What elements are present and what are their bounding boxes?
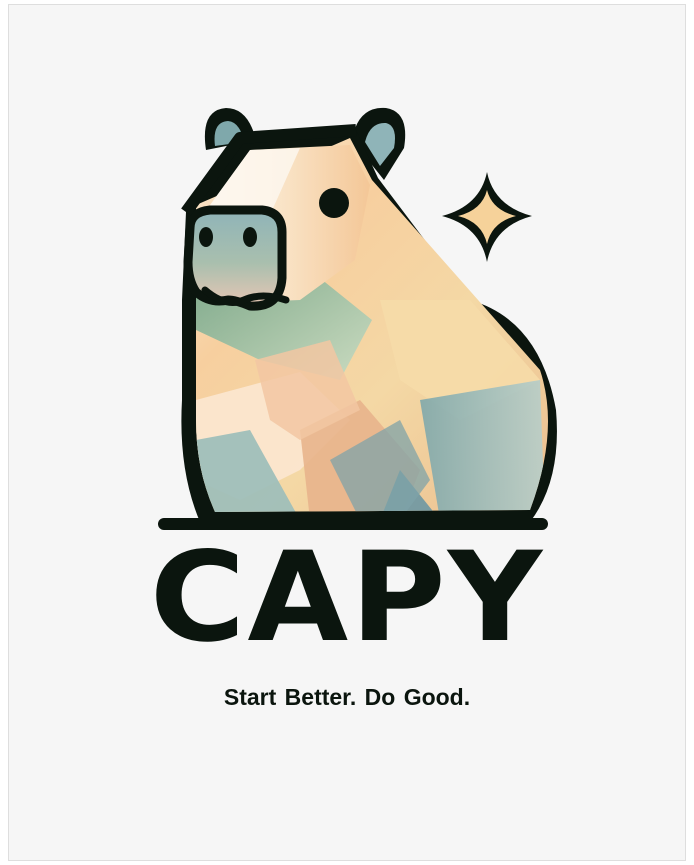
nostril-left (199, 227, 213, 247)
sparkle-star-icon (442, 172, 532, 262)
capybara-eye (319, 188, 349, 218)
capy-logo-graphic (158, 107, 557, 530)
brand-tagline: Start Better. Do Good. (223, 684, 471, 710)
brand-name: CAPY (149, 526, 545, 670)
nostril-right (243, 227, 257, 247)
